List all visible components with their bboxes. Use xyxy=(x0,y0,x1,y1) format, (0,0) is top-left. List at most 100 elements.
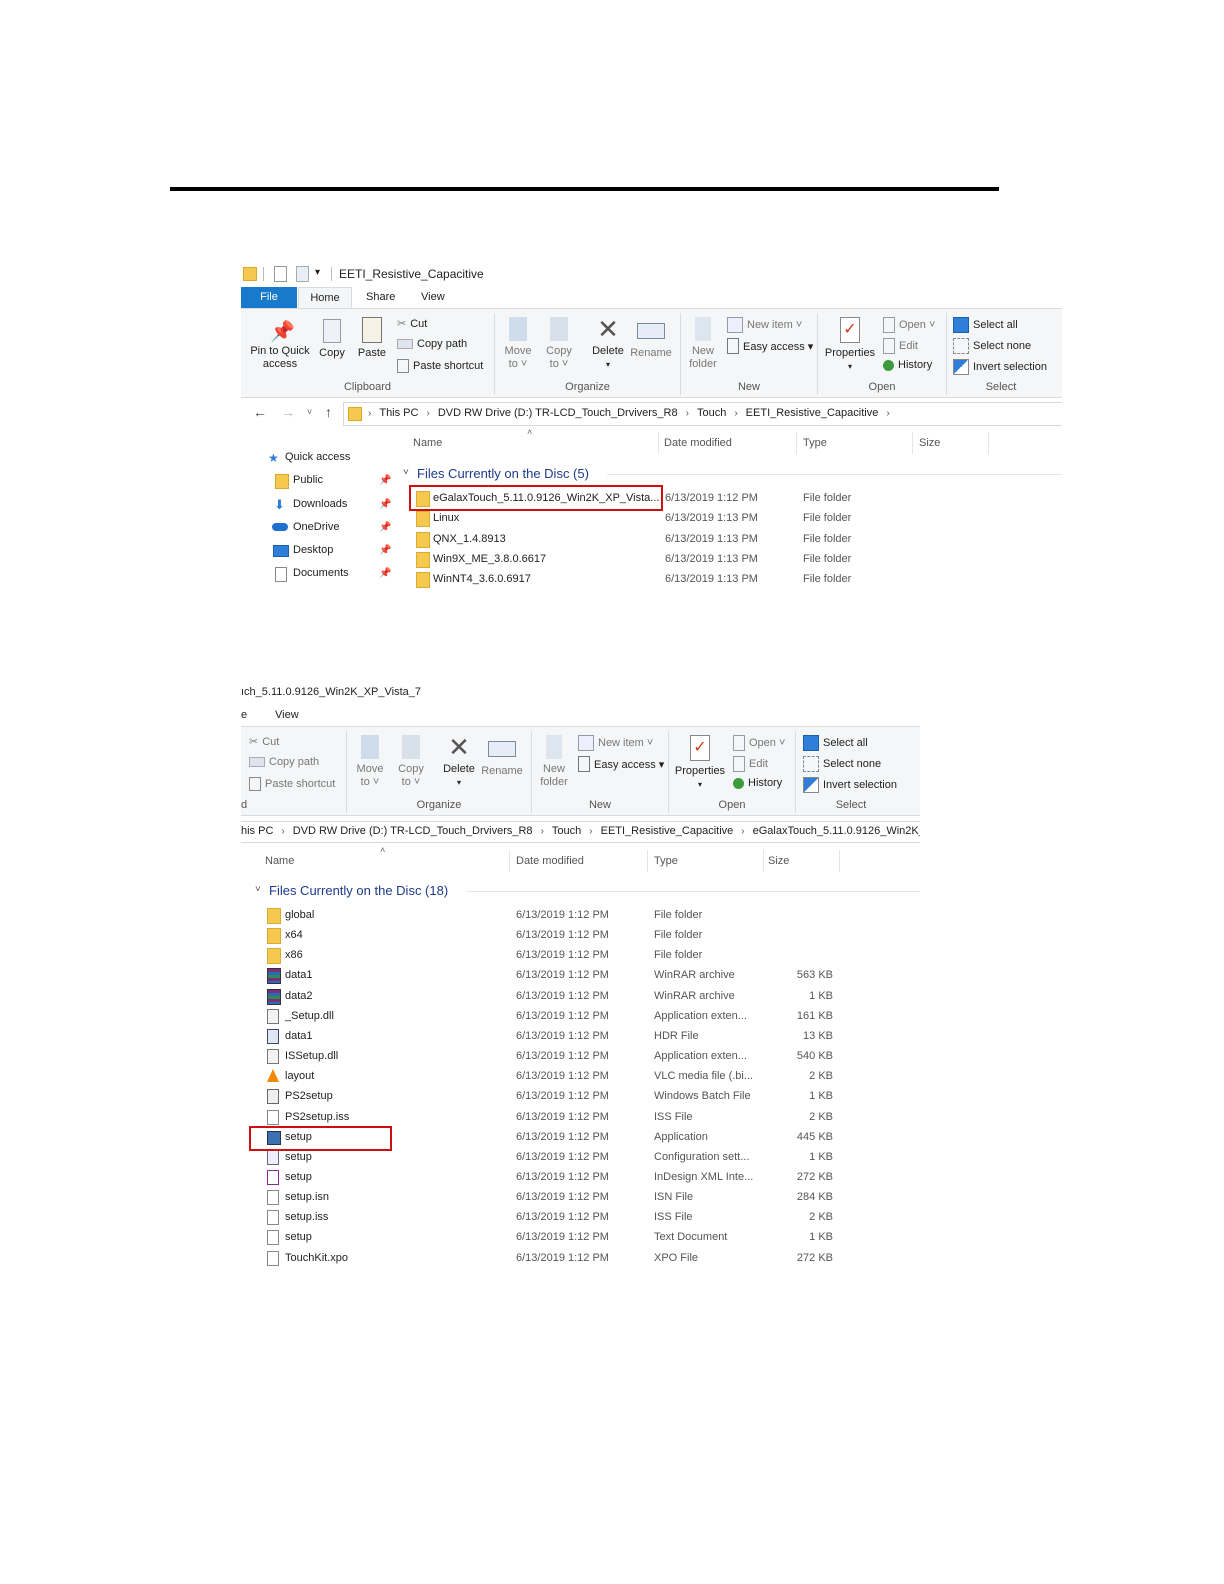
group-header[interactable]: Files Currently on the Disc (5) xyxy=(417,466,589,481)
breadcrumb-eeti[interactable]: EETI_Resistive_Capacitive xyxy=(746,407,879,419)
list-item[interactable]: global 6/13/2019 1:12 PM File folder xyxy=(241,905,920,925)
breadcrumb-touch[interactable]: Touch xyxy=(697,407,726,419)
history-button[interactable]: History xyxy=(883,359,932,371)
new-folder-quick-icon[interactable] xyxy=(296,266,309,282)
easy-access-button[interactable]: Easy access ▾ xyxy=(727,338,813,354)
column-header-name[interactable]: Name xyxy=(265,855,294,867)
chevron-down-icon[interactable]: ˅ xyxy=(403,467,409,478)
delete-button[interactable]: ✕ Delete ▾ xyxy=(588,315,628,371)
list-item[interactable]: data1 6/13/2019 1:12 PM WinRAR archive 563 … xyxy=(241,965,920,985)
select-none-button[interactable]: Select none xyxy=(953,338,1031,354)
invert-selection-button[interactable]: Invert selection xyxy=(953,359,1047,375)
address-bar[interactable]: his PC › DVD RW Drive (D:) TR-LCD_Touch_… xyxy=(241,821,920,843)
tab-file[interactable]: File xyxy=(241,287,297,308)
breadcrumb-dvd-drive[interactable]: DVD RW Drive (D:) TR-LCD_Touch_Drvivers_… xyxy=(438,407,678,419)
move-to-button[interactable]: Move to ˅ xyxy=(503,317,533,371)
edit-button[interactable]: Edit xyxy=(733,756,768,772)
list-item[interactable]: layout 6/13/2019 1:12 PM VLC media file (.… xyxy=(241,1066,920,1086)
list-item[interactable]: setup 6/13/2019 1:12 PM InDesign XML Inte.… xyxy=(241,1167,920,1187)
cut-button[interactable]: ✂ Cut xyxy=(249,735,279,749)
column-header-size[interactable]: Size xyxy=(768,855,789,867)
group-header[interactable]: Files Currently on the Disc (18) xyxy=(269,883,448,898)
column-header-type[interactable]: Type xyxy=(803,437,827,449)
paste-shortcut-button[interactable]: Paste shortcut xyxy=(397,359,483,373)
column-header-type[interactable]: Type xyxy=(654,855,678,867)
pin-to-quick-access-button[interactable]: 📌 Pin to Quick access xyxy=(249,319,311,371)
column-separator[interactable] xyxy=(912,432,913,454)
invert-selection-button[interactable]: Invert selection xyxy=(803,777,897,793)
customize-quick-access-icon[interactable]: ▾ xyxy=(315,267,320,278)
open-button[interactable]: Open ˅ xyxy=(883,317,935,333)
copy-path-button[interactable]: Copy path xyxy=(249,756,319,768)
list-item[interactable]: data1 6/13/2019 1:12 PM HDR File 13 KB xyxy=(241,1026,920,1046)
new-item-button[interactable]: New item ˅ xyxy=(578,735,653,751)
new-folder-button[interactable]: New folder xyxy=(687,317,719,371)
list-item[interactable]: Linux 6/13/2019 1:13 PM File folder xyxy=(241,508,1062,528)
column-separator[interactable] xyxy=(647,850,648,872)
list-item[interactable]: ISSetup.dll 6/13/2019 1:12 PM Application … xyxy=(241,1046,920,1066)
select-none-button[interactable]: Select none xyxy=(803,756,881,772)
column-header-size[interactable]: Size xyxy=(919,437,940,449)
list-item[interactable]: setup.iss 6/13/2019 1:12 PM ISS File 2 KB xyxy=(241,1207,920,1227)
list-item[interactable]: QNX_1.4.8913 6/13/2019 1:13 PM File folder xyxy=(241,529,1062,549)
chevron-down-icon[interactable]: ˅ xyxy=(255,884,261,895)
nav-quick-access[interactable]: Quick access xyxy=(285,451,350,463)
column-separator[interactable] xyxy=(509,850,510,872)
tab-view[interactable]: View xyxy=(421,287,445,308)
copy-to-button[interactable]: Copy to ˅ xyxy=(396,735,426,789)
address-bar[interactable]: › This PC › DVD RW Drive (D:) TR-LCD_Tou… xyxy=(343,402,1062,426)
rename-button[interactable]: Rename xyxy=(480,735,524,778)
paste-button[interactable]: Paste xyxy=(355,317,389,360)
column-separator[interactable] xyxy=(658,432,659,454)
list-item[interactable]: PS2setup 6/13/2019 1:12 PM Windows Batch F… xyxy=(241,1086,920,1106)
new-folder-button[interactable]: New folder xyxy=(538,735,570,789)
list-item[interactable]: TouchKit.xpo 6/13/2019 1:12 PM XPO File 272… xyxy=(241,1248,920,1268)
breadcrumb-this-pc[interactable]: This PC xyxy=(379,407,418,419)
properties-button[interactable]: ✓ Properties ▾ xyxy=(823,317,877,373)
list-item[interactable]: setup 6/13/2019 1:12 PM Text Document 1 KB xyxy=(241,1227,920,1247)
list-item[interactable]: WinNT4_3.6.0.6917 6/13/2019 1:13 PM File f… xyxy=(241,569,1062,589)
copy-path-button[interactable]: Copy path xyxy=(397,338,467,350)
breadcrumb-eeti[interactable]: EETI_Resistive_Capacitive xyxy=(601,825,734,837)
move-to-button[interactable]: Move to ˅ xyxy=(355,735,385,789)
column-separator[interactable] xyxy=(796,432,797,454)
up-arrow-icon[interactable]: ↑ xyxy=(325,404,332,420)
list-item[interactable]: x86 6/13/2019 1:12 PM File folder xyxy=(241,945,920,965)
breadcrumb-this-pc[interactable]: his PC xyxy=(241,825,273,837)
list-item[interactable]: Win9X_ME_3.8.0.6617 6/13/2019 1:13 PM File… xyxy=(241,549,1062,569)
list-item[interactable]: _Setup.dll 6/13/2019 1:12 PM Application e… xyxy=(241,1006,920,1026)
column-header-name[interactable]: Name xyxy=(413,437,442,449)
history-button[interactable]: History xyxy=(733,777,782,789)
select-all-button[interactable]: Select all xyxy=(953,317,1018,333)
edit-button[interactable]: Edit xyxy=(883,338,918,354)
properties-button[interactable]: ✓ Properties ▾ xyxy=(673,735,727,791)
list-item[interactable]: PS2setup.iss 6/13/2019 1:12 PM ISS File 2 K… xyxy=(241,1107,920,1127)
cut-button[interactable]: ✂ Cut xyxy=(397,317,427,331)
tab-home[interactable]: e xyxy=(241,705,247,726)
list-item[interactable]: x64 6/13/2019 1:12 PM File folder xyxy=(241,925,920,945)
recent-locations-chevron-icon[interactable]: ˅ xyxy=(307,407,312,417)
back-arrow-icon[interactable]: ← xyxy=(253,404,267,420)
tab-home[interactable]: Home xyxy=(298,287,352,309)
forward-arrow-icon[interactable]: → xyxy=(281,404,295,420)
tab-share[interactable]: Share xyxy=(366,287,395,308)
breadcrumb-egalaxtouch[interactable]: eGalaxTouch_5.11.0.9126_Win2K_X xyxy=(753,825,920,837)
open-button[interactable]: Open ˅ xyxy=(733,735,785,751)
copy-button[interactable]: Copy xyxy=(315,317,349,360)
tab-view[interactable]: View xyxy=(275,705,299,726)
nav-item-public[interactable]: Public xyxy=(293,474,323,486)
easy-access-button[interactable]: Easy access ▾ xyxy=(578,756,664,772)
breadcrumb-dvd-drive[interactable]: DVD RW Drive (D:) TR-LCD_Touch_Drvivers_… xyxy=(293,825,533,837)
pin-icon[interactable]: 📌 xyxy=(379,475,391,486)
column-separator[interactable] xyxy=(988,432,989,454)
new-item-button[interactable]: New item ˅ xyxy=(727,317,802,333)
list-item[interactable]: data2 6/13/2019 1:12 PM WinRAR archive 1 KB xyxy=(241,986,920,1006)
list-item[interactable]: setup.isn 6/13/2019 1:12 PM ISN File 284 KB xyxy=(241,1187,920,1207)
rename-button[interactable]: Rename xyxy=(629,317,673,360)
delete-button[interactable]: ✕ Delete ▾ xyxy=(439,733,479,789)
properties-quick-icon[interactable] xyxy=(274,266,287,282)
paste-shortcut-button[interactable]: Paste shortcut xyxy=(249,777,335,791)
copy-to-button[interactable]: Copy to ˅ xyxy=(544,317,574,371)
column-header-date[interactable]: Date modified xyxy=(664,437,732,449)
breadcrumb-touch[interactable]: Touch xyxy=(552,825,581,837)
